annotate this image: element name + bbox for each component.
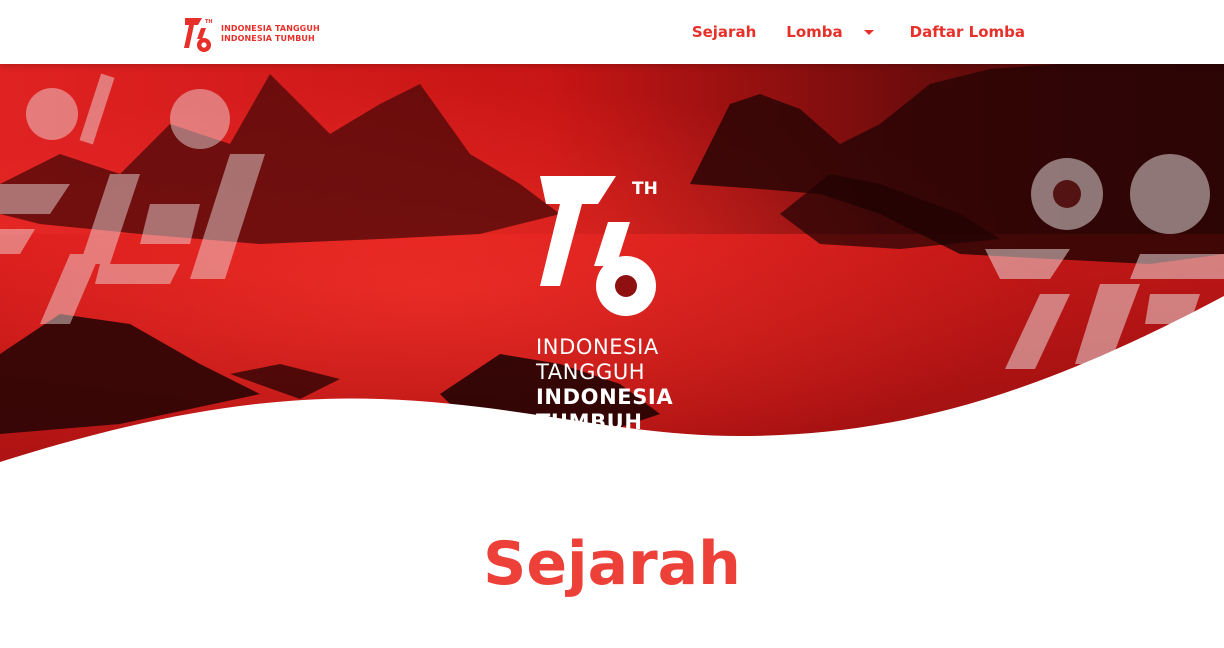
nav-lomba-label: Lomba [786,23,843,41]
brand-line-2: INDONESIA TUMBUH [221,34,315,43]
hero-line-3: INDONESIA [536,385,674,409]
main-nav: Sejarah Lomba Daftar Lomba [662,0,1025,64]
brand-line-1: INDONESIA TANGGUH [221,24,320,33]
anniversary-76-logo-icon: TH [184,18,213,52]
section-title-sejarah: Sejarah [483,529,741,599]
brand-wordmark: INDONESIA TANGGUH INDONESIA TUMBUH [221,24,320,44]
hero-tagline: INDONESIA TANGGUH INDONESIA TUMBUH [536,335,696,435]
hero-line-2: TANGGUH [536,360,646,384]
nav-lomba-dropdown[interactable]: Lomba [786,23,879,41]
nav-sejarah[interactable]: Sejarah [692,23,756,41]
hero-logo: TH INDONESIA TANGGUH INDONESIA TUMBUH [536,174,696,435]
nav-daftar-lomba[interactable]: Daftar Lomba [910,23,1025,41]
hero-banner: TH INDONESIA TANGGUH INDONESIA TUMBUH [0,64,1224,464]
hero-line-4: TUMBUH [536,410,643,434]
caret-down-icon [863,29,874,35]
svg-text:TH: TH [632,179,658,199]
svg-text:TH: TH [205,19,213,25]
brand-logo[interactable]: TH INDONESIA TANGGUH INDONESIA TUMBUH [184,14,320,54]
hero-76-mark-icon: TH [540,176,658,316]
navbar: TH INDONESIA TANGGUH INDONESIA TUMBUH Se… [0,0,1224,64]
hero-line-1: INDONESIA [536,335,659,359]
